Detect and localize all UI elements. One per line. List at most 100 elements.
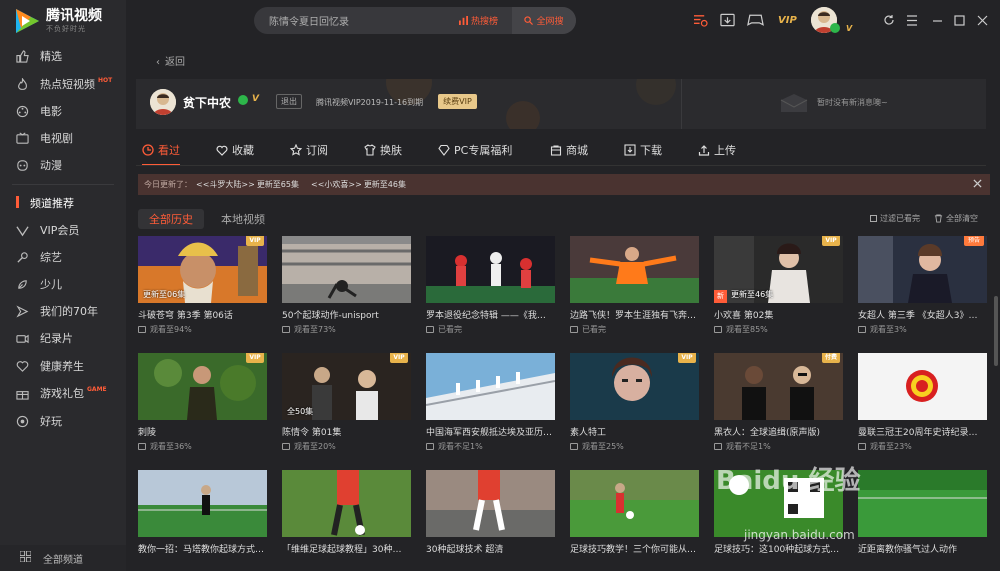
video-thumbnail[interactable] bbox=[138, 470, 267, 537]
video-title[interactable]: 中国海军西安舰抵达埃及亚历… bbox=[426, 425, 555, 438]
tab-subscriptions[interactable]: 订阅 bbox=[290, 137, 328, 163]
sidebar-item-hot-shorts[interactable]: 热点短视频 HOT bbox=[0, 71, 126, 97]
video-card[interactable]: 中国海军西安舰抵达埃及亚历… 观看不足1% bbox=[426, 353, 555, 465]
tab-all-history[interactable]: 全部历史 bbox=[138, 209, 204, 229]
video-card[interactable]: 50个起球动作-unisport 观看至73% bbox=[282, 236, 411, 348]
history-icon[interactable] bbox=[693, 12, 708, 28]
video-title[interactable]: 黑衣人：全球追缉(原声版) bbox=[714, 425, 843, 438]
video-card[interactable]: 预告 女超人 第三季 《女超人3》… 观看至3% bbox=[858, 236, 987, 348]
sidebar-item-movies[interactable]: 电影 bbox=[0, 98, 126, 124]
video-card[interactable]: 边路飞侠！罗本生涯独有飞奔… 已看完 bbox=[570, 236, 699, 348]
video-thumbnail[interactable]: VIP 新 更新至46集 bbox=[714, 236, 843, 303]
video-thumbnail[interactable] bbox=[282, 470, 411, 537]
video-thumbnail[interactable] bbox=[858, 470, 987, 537]
video-title[interactable]: 50个起球动作-unisport bbox=[282, 308, 411, 321]
sidebar-item-fun[interactable]: 好玩 bbox=[0, 408, 126, 434]
back-link[interactable]: ‹ 返回 bbox=[156, 53, 185, 68]
app-logo[interactable]: 腾讯视频 不负好时光 bbox=[12, 6, 102, 36]
video-thumbnail[interactable]: 付费 bbox=[714, 353, 843, 420]
video-title[interactable]: 「维维足球起球教程」30种… bbox=[282, 542, 411, 555]
video-thumbnail[interactable] bbox=[426, 236, 555, 303]
video-title[interactable]: 边路飞侠！罗本生涯独有飞奔… bbox=[570, 308, 699, 321]
tab-pc-perks[interactable]: PC专属福利 bbox=[438, 137, 512, 163]
video-title[interactable]: 素人特工 bbox=[570, 425, 699, 438]
sidebar-item-documentary[interactable]: 纪录片 bbox=[0, 325, 126, 351]
video-thumbnail[interactable] bbox=[426, 470, 555, 537]
search-button[interactable]: 全网搜 bbox=[512, 7, 576, 34]
sidebar-item-game-gifts[interactable]: 游戏礼包 GAME bbox=[0, 380, 126, 406]
filter-watched-checkbox[interactable]: 过滤已看完 bbox=[870, 213, 920, 224]
clear-all-button[interactable]: 全部清空 bbox=[934, 213, 978, 224]
video-card[interactable]: 付费 黑衣人：全球追缉(原声版) 观看不足1% bbox=[714, 353, 843, 465]
video-card[interactable]: 近距离教你骚气过人动作 bbox=[858, 470, 987, 571]
close-notice-icon[interactable] bbox=[973, 179, 982, 190]
video-card[interactable]: 30种起球技术 超清 bbox=[426, 470, 555, 571]
tab-shop[interactable]: 商城 bbox=[550, 137, 588, 163]
scrollbar[interactable] bbox=[994, 296, 998, 366]
video-card[interactable]: 曼联三冠王20周年史诗纪录… 观看至23% bbox=[858, 353, 987, 465]
video-thumbnail[interactable]: VIP 全50集 bbox=[282, 353, 411, 420]
tab-favorites[interactable]: 收藏 bbox=[216, 137, 254, 163]
video-title[interactable]: 罗本退役纪念特辑 ——《我… bbox=[426, 308, 555, 321]
tab-downloads[interactable]: 下载 bbox=[624, 137, 662, 163]
video-thumbnail[interactable] bbox=[282, 236, 411, 303]
search-box[interactable]: 陈情令夏日回忆录 热搜榜 全网搜 bbox=[254, 7, 576, 34]
video-title[interactable]: 陈情令 第01集 bbox=[282, 425, 411, 438]
video-thumbnail[interactable]: 预告 bbox=[858, 236, 987, 303]
sidebar-item-channels[interactable]: 频道推荐 bbox=[0, 190, 126, 216]
video-card[interactable]: VIP 更新至06集 斗破苍穹 第3季 第06话 观看至94% bbox=[138, 236, 267, 348]
video-thumbnail[interactable] bbox=[426, 353, 555, 420]
sidebar-item-featured[interactable]: 精选 bbox=[0, 43, 126, 69]
sidebar-item-vip[interactable]: VIP会员 bbox=[0, 217, 126, 243]
video-thumbnail[interactable] bbox=[570, 236, 699, 303]
video-title[interactable]: 足球技巧：这100种起球方式… bbox=[714, 542, 843, 555]
video-thumbnail[interactable]: VIP bbox=[570, 353, 699, 420]
hot-search-button[interactable]: 热搜榜 bbox=[459, 14, 498, 27]
maximize-icon[interactable] bbox=[954, 12, 965, 28]
all-channels-button[interactable]: 全部频道 bbox=[0, 545, 126, 571]
video-title[interactable]: 足球技巧教学！三个你可能从… bbox=[570, 542, 699, 555]
video-card[interactable]: 「维维足球起球教程」30种… bbox=[282, 470, 411, 571]
avatar[interactable] bbox=[150, 89, 176, 115]
video-card[interactable]: VIP 素人特工 观看至25% bbox=[570, 353, 699, 465]
logout-button[interactable]: 退出 bbox=[276, 94, 302, 109]
tab-skins[interactable]: 换肤 bbox=[364, 137, 402, 163]
sidebar-item-health[interactable]: 健康养生 bbox=[0, 353, 126, 379]
download-icon[interactable] bbox=[720, 12, 735, 28]
sidebar-item-tv[interactable]: 电视剧 bbox=[0, 125, 126, 151]
renew-vip-button[interactable]: 续费VIP bbox=[438, 94, 477, 109]
video-title[interactable]: 女超人 第三季 《女超人3》… bbox=[858, 308, 987, 321]
menu-icon[interactable] bbox=[906, 12, 918, 28]
game-icon[interactable] bbox=[747, 12, 764, 28]
tab-local-videos[interactable]: 本地视频 bbox=[210, 209, 276, 229]
refresh-icon[interactable] bbox=[883, 12, 895, 28]
video-title[interactable]: 刺陵 bbox=[138, 425, 267, 438]
video-card[interactable]: VIP 刺陵 观看至36% bbox=[138, 353, 267, 465]
video-card[interactable]: VIP 全50集 陈情令 第01集 观看至20% bbox=[282, 353, 411, 465]
video-thumbnail[interactable]: VIP bbox=[138, 353, 267, 420]
sidebar-item-70-years[interactable]: 我们的70年 bbox=[0, 298, 126, 324]
vip-link[interactable]: VIP bbox=[778, 12, 797, 28]
minimize-icon[interactable] bbox=[932, 12, 943, 28]
video-thumbnail[interactable] bbox=[858, 353, 987, 420]
tab-upload[interactable]: 上传 bbox=[698, 137, 736, 163]
sidebar-item-variety[interactable]: 综艺 bbox=[0, 244, 126, 270]
close-icon[interactable] bbox=[977, 12, 988, 28]
video-card[interactable]: VIP 新 更新至46集 小欢喜 第02集 观看至85% bbox=[714, 236, 843, 348]
video-title[interactable]: 小欢喜 第02集 bbox=[714, 308, 843, 321]
video-title[interactable]: 近距离教你骚气过人动作 bbox=[858, 542, 987, 555]
video-thumbnail[interactable]: VIP 更新至06集 bbox=[138, 236, 267, 303]
notice-show-1[interactable]: <<斗罗大陆>> bbox=[196, 179, 255, 190]
video-title[interactable]: 曼联三冠王20周年史诗纪录… bbox=[858, 425, 987, 438]
video-card[interactable]: 罗本退役纪念特辑 ——《我… 已看完 bbox=[426, 236, 555, 348]
sidebar-item-anime[interactable]: 动漫 bbox=[0, 152, 126, 178]
notice-show-2[interactable]: <<小欢喜>> bbox=[311, 179, 362, 190]
sidebar-item-kids[interactable]: 少儿 bbox=[0, 271, 126, 297]
video-thumbnail[interactable] bbox=[570, 470, 699, 537]
video-title[interactable]: 30种起球技术 超清 bbox=[426, 542, 555, 555]
video-card[interactable]: 足球技巧教学！三个你可能从… bbox=[570, 470, 699, 571]
tab-watched[interactable]: 看过 bbox=[142, 137, 180, 166]
search-input[interactable]: 陈情令夏日回忆录 bbox=[269, 13, 349, 28]
video-title[interactable]: 教你一招：马塔教你起球方式… bbox=[138, 542, 267, 555]
video-card[interactable]: 教你一招：马塔教你起球方式… bbox=[138, 470, 267, 571]
